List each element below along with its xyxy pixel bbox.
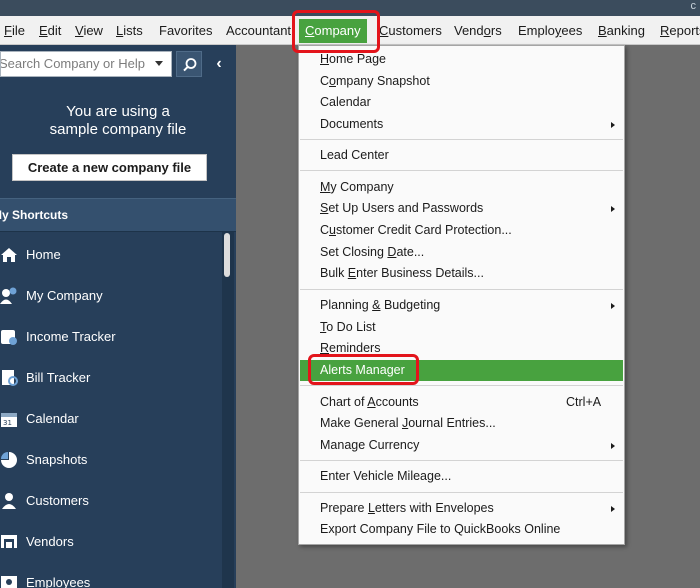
menu-employees[interactable]: Employees [518, 16, 582, 44]
shortcut-label: Employees [26, 575, 91, 588]
submenu-arrow-icon [611, 506, 615, 512]
menu-favorites[interactable]: Favorites [159, 16, 212, 44]
sidebar-scrollbar[interactable] [222, 232, 234, 588]
submenu-arrow-icon [611, 303, 615, 309]
menu-item-set-up-users[interactable]: Set Up Users and Passwords [300, 198, 623, 219]
left-icon-bar: Search Company or Help ‹ You are using a… [0, 45, 236, 588]
svg-text:31: 31 [3, 419, 12, 427]
shortcut-label: Income Tracker [26, 329, 116, 344]
menu-item-label: Documents [320, 117, 384, 131]
menu-item-company-snapshot[interactable]: Company Snapshot [300, 71, 623, 92]
search-icon [183, 58, 197, 72]
income-tracker-icon [1, 330, 17, 345]
menu-item-set-closing-date[interactable]: Set Closing Date... [300, 242, 623, 263]
shortcut-snapshots[interactable]: Snapshots [0, 442, 222, 478]
menu-item-to-do-list[interactable]: To Do List [300, 317, 623, 338]
shortcut-label: Home [26, 247, 61, 262]
shortcut-home[interactable]: Home [0, 237, 222, 273]
menu-vendors[interactable]: Vendors [454, 16, 502, 44]
menu-item-bulk-enter[interactable]: Bulk Enter Business Details... [300, 263, 623, 284]
my-shortcuts-label: My Shortcuts [0, 208, 69, 222]
shortcut-income-tracker[interactable]: Income Tracker [0, 319, 222, 355]
menu-item-documents[interactable]: Documents [300, 114, 623, 135]
submenu-arrow-icon [611, 206, 615, 212]
shortcut-calendar[interactable]: 31 Calendar [0, 401, 222, 437]
shortcut-label: Customers [26, 493, 89, 508]
menu-separator [300, 139, 623, 140]
menu-item-chart-of-accounts[interactable]: Chart of Accounts Ctrl+A [300, 392, 623, 413]
menu-item-calendar[interactable]: Calendar [300, 92, 623, 113]
company-icon [0, 287, 17, 304]
create-company-file-button[interactable]: Create a new company file [12, 154, 207, 181]
shortcut-customers[interactable]: Customers [0, 483, 222, 519]
menu-item-lead-center[interactable]: Lead Center [300, 145, 623, 166]
home-icon [1, 248, 17, 262]
shortcut-label: My Company [26, 288, 103, 303]
search-dropdown-icon[interactable] [155, 61, 163, 66]
search-button[interactable] [176, 51, 202, 77]
menu-customers[interactable]: Customers [379, 16, 442, 44]
search-input[interactable]: Search Company or Help [0, 51, 172, 77]
menu-file[interactable]: File [4, 16, 25, 44]
menu-item-prepare-letters[interactable]: Prepare Letters with Envelopes [300, 498, 623, 519]
snapshots-icon [1, 452, 17, 468]
annotation-highlight-alerts-manager [308, 354, 419, 385]
menu-item-journal-entries[interactable]: Make General Journal Entries... [300, 413, 623, 434]
menu-edit[interactable]: Edit [39, 16, 61, 44]
menu-separator [300, 460, 623, 461]
bill-tracker-icon [2, 370, 18, 386]
employees-icon [1, 576, 17, 588]
menu-separator [300, 385, 623, 386]
company-menu-dropdown: Home Page Company Snapshot Calendar Docu… [298, 45, 625, 545]
menu-separator [300, 170, 623, 171]
menu-view[interactable]: View [75, 16, 103, 44]
menu-separator [300, 289, 623, 290]
menu-lists[interactable]: Lists [116, 16, 143, 44]
menu-item-vehicle-mileage[interactable]: Enter Vehicle Mileage... [300, 466, 623, 487]
shortcut-label: Vendors [26, 534, 74, 549]
calendar-icon: 31 [1, 413, 17, 427]
search-placeholder: Search Company or Help [0, 56, 145, 71]
menu-accountant[interactable]: Accountant [226, 16, 291, 44]
submenu-arrow-icon [611, 443, 615, 449]
menu-item-credit-card-protection[interactable]: Customer Credit Card Protection... [300, 220, 623, 241]
shortcut-label: Calendar [26, 411, 79, 426]
sample-company-message: You are using a sample company file [49, 103, 187, 138]
my-shortcuts-header[interactable]: My Shortcuts [0, 198, 236, 232]
menu-banking[interactable]: Banking [598, 16, 645, 44]
shortcut-bill-tracker[interactable]: Bill Tracker [0, 360, 222, 396]
annotation-highlight-company [292, 10, 380, 53]
shortcut-employees[interactable]: Employees [0, 565, 222, 588]
menu-item-manage-currency[interactable]: Manage Currency [300, 435, 623, 456]
menu-item-planning-budgeting[interactable]: Planning & Budgeting [300, 295, 623, 316]
menu-item-my-company[interactable]: My Company [300, 177, 623, 198]
shortcut-my-company[interactable]: My Company [0, 278, 222, 314]
shortcut-label: Snapshots [26, 452, 88, 467]
menu-shortcut-text: Ctrl+A [566, 395, 602, 409]
customers-icon [2, 493, 16, 509]
search-row: Search Company or Help ‹ [0, 51, 236, 78]
menu-item-label: Manage Currency [320, 438, 420, 452]
title-bar-fragment: c [690, 0, 697, 12]
collapse-sidebar-icon[interactable]: ‹ [208, 51, 230, 77]
submenu-arrow-icon [611, 122, 615, 128]
menu-item-export-to-qbo[interactable]: Export Company File to QuickBooks Online [300, 519, 623, 540]
shortcut-label: Bill Tracker [26, 370, 91, 385]
menu-separator [300, 492, 623, 493]
shortcut-vendors[interactable]: Vendors [0, 524, 222, 560]
menu-reports[interactable]: Reports [660, 16, 700, 44]
vendors-icon [1, 535, 17, 548]
sidebar-scroll-thumb[interactable] [224, 233, 230, 277]
